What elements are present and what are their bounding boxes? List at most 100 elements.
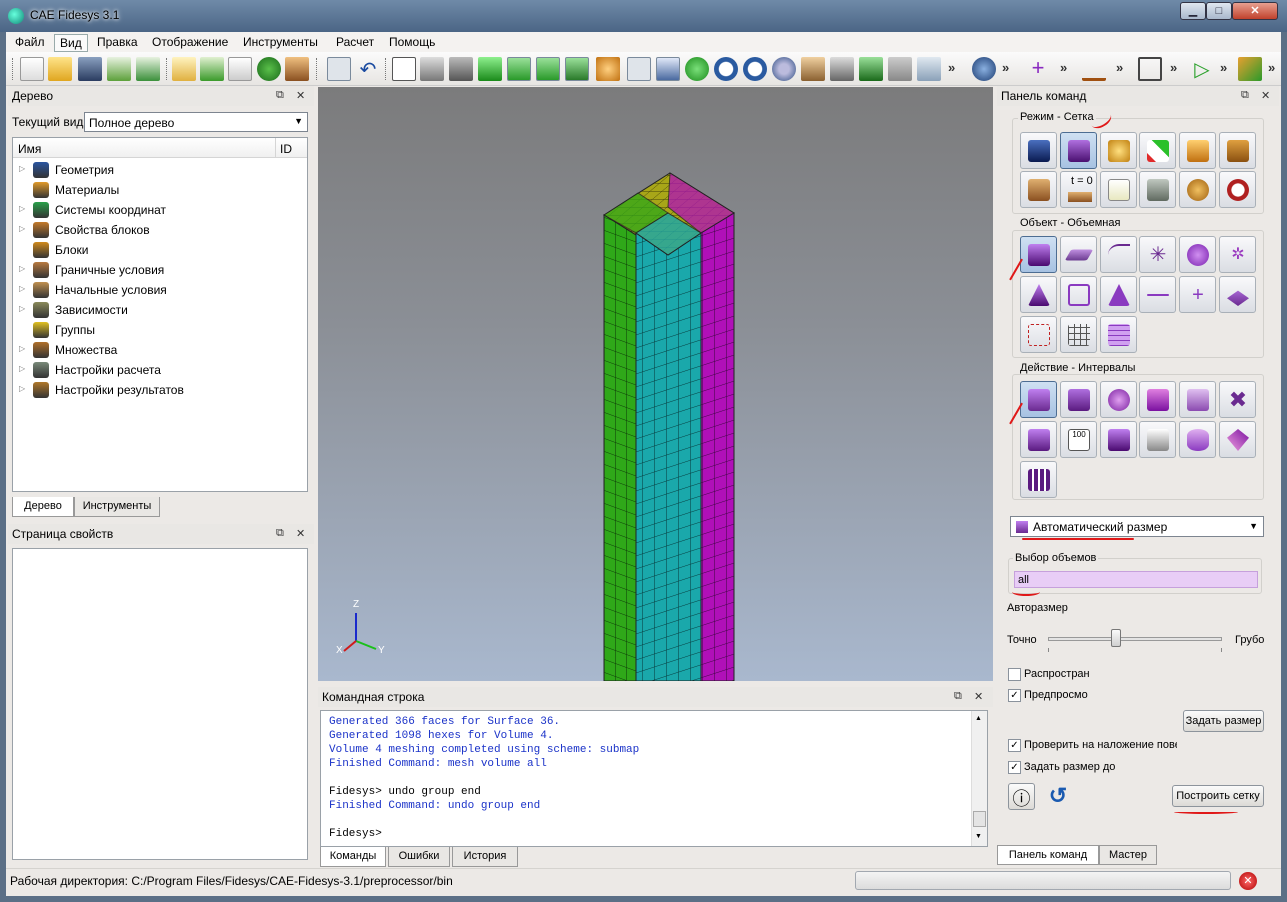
float-panel-icon[interactable]: ⧉ — [276, 89, 284, 102]
object-group-button[interactable] — [1179, 236, 1216, 273]
tab-tree[interactable]: Дерево — [12, 497, 74, 517]
check-overlap-checkbox[interactable]: ✓ — [1008, 739, 1021, 752]
autosize-slider-handle[interactable] — [1110, 629, 1121, 647]
mode-post-button[interactable] — [1219, 171, 1256, 208]
select-mode-icon[interactable] — [327, 57, 351, 81]
open-folder-icon[interactable] — [48, 57, 72, 81]
minimize-button[interactable]: ▁ — [1180, 2, 1206, 20]
float-panel-icon[interactable]: ⧉ — [276, 527, 284, 540]
object-edge-button[interactable] — [1139, 276, 1176, 313]
float-panel-icon[interactable]: ⧉ — [954, 690, 962, 703]
action-morph-button[interactable] — [1219, 421, 1256, 458]
tree-item[interactable]: ▷ Геометрия — [13, 160, 303, 180]
tree-item[interactable]: ▷ Настройки расчета — [13, 360, 303, 380]
geometry-view-icon[interactable] — [536, 57, 560, 81]
green-cube-icon[interactable] — [859, 57, 883, 81]
expand-arrow-icon[interactable]: ▷ — [19, 224, 25, 233]
column-name[interactable]: Имя — [18, 142, 41, 156]
hammer-icon[interactable] — [285, 57, 309, 81]
object-tetra-button[interactable] — [1020, 276, 1057, 313]
object-volume-button[interactable] — [1020, 236, 1057, 273]
mode-sets-button[interactable] — [1219, 132, 1256, 169]
object-curve-button[interactable] — [1100, 236, 1137, 273]
propagate-checkbox[interactable] — [1008, 668, 1021, 681]
autosize-slider-track[interactable] — [1048, 637, 1222, 641]
tree-item[interactable]: Группы — [13, 320, 303, 340]
close-panel-icon[interactable]: ✕ — [1261, 89, 1270, 102]
mode-calc-button[interactable] — [1139, 171, 1176, 208]
expand-arrow-icon[interactable]: ▷ — [19, 384, 25, 393]
run-script-icon[interactable] — [200, 57, 224, 81]
column-id[interactable]: ID — [275, 138, 296, 158]
pick-icon[interactable] — [917, 57, 941, 81]
save-icon[interactable] — [78, 57, 102, 81]
toolbar-overflow-icon[interactable]: » — [1220, 60, 1227, 75]
object-quality-button[interactable] — [1020, 316, 1057, 353]
tree-item[interactable]: ▷ Зависимости — [13, 300, 303, 320]
scroll-down-icon[interactable]: ▼ — [975, 833, 982, 840]
object-surface-button[interactable] — [1060, 236, 1097, 273]
tab-command-panel[interactable]: Панель команд — [997, 845, 1099, 865]
wireframe-view-icon[interactable] — [392, 57, 416, 81]
set-size-to-checkbox[interactable]: ✓ — [1008, 761, 1021, 774]
toolbar-overflow-icon[interactable]: » — [1268, 60, 1275, 75]
toolbar-overflow-icon[interactable]: » — [1170, 60, 1177, 75]
tree-item[interactable]: ▷ Граничные условия — [13, 260, 303, 280]
preview-checkbox[interactable]: ✓ — [1008, 689, 1021, 702]
maximize-button[interactable]: □ — [1206, 2, 1232, 20]
stop-icon[interactable]: ✕ — [1239, 872, 1257, 890]
tab-history[interactable]: История — [452, 847, 518, 867]
export-icon[interactable] — [136, 57, 160, 81]
command-output[interactable]: Generated 366 faces for Surface 36. Gener… — [320, 710, 988, 847]
3d-viewport[interactable]: Z Y X — [318, 87, 993, 682]
expand-arrow-icon[interactable]: ▷ — [19, 264, 25, 273]
toolbar-overflow-icon[interactable]: » — [1060, 60, 1067, 75]
expand-arrow-icon[interactable]: ▷ — [19, 304, 25, 313]
tree-item[interactable]: ▷ Свойства блоков — [13, 220, 303, 240]
expand-arrow-icon[interactable]: ▷ — [19, 204, 25, 213]
object-tri-button[interactable] — [1100, 276, 1137, 313]
menu-help[interactable]: Помощь — [384, 34, 440, 50]
mode-coordinates-button[interactable] — [1139, 132, 1176, 169]
reset-icon[interactable]: ↺ — [1045, 783, 1071, 809]
object-hex-grid-button[interactable] — [1100, 316, 1137, 353]
mode-mesh-button[interactable] — [1060, 132, 1097, 169]
mode-results-button[interactable] — [1179, 171, 1216, 208]
action-db-button[interactable] — [1179, 421, 1216, 458]
menu-display[interactable]: Отображение — [147, 34, 233, 50]
close-panel-icon[interactable]: ✕ — [296, 527, 305, 540]
close-panel-icon[interactable]: ✕ — [974, 690, 983, 703]
pause-icon[interactable] — [257, 57, 281, 81]
action-clean-button[interactable] — [1139, 421, 1176, 458]
tab-tools[interactable]: Инструменты — [74, 497, 160, 517]
lights-icon[interactable] — [596, 57, 620, 81]
zoom-out-icon[interactable] — [743, 57, 767, 81]
current-view-select[interactable]: Полное дерево ▼ — [84, 112, 308, 132]
refresh-view-icon[interactable] — [685, 57, 709, 81]
toolbar-overflow-icon[interactable]: » — [1002, 60, 1009, 75]
toolbar-overflow-icon[interactable]: » — [948, 60, 955, 75]
mode-initial-button[interactable]: t = 0 — [1060, 171, 1097, 208]
object-quad-button[interactable] — [1060, 276, 1097, 313]
tree-item[interactable]: ▷ Настройки результатов — [13, 380, 303, 400]
close-panel-icon[interactable]: ✕ — [296, 89, 305, 102]
action-intervals-button[interactable] — [1020, 381, 1057, 418]
action-copy-button[interactable] — [1179, 381, 1216, 418]
id-file-icon[interactable] — [228, 57, 252, 81]
cut-plane-icon[interactable] — [801, 57, 825, 81]
action-scheme-button[interactable] — [1060, 381, 1097, 418]
set-size-button[interactable]: Задать размер — [1183, 710, 1264, 732]
coordinate-transform-icon[interactable] — [1238, 57, 1262, 81]
menu-file[interactable]: Файл — [10, 34, 50, 50]
tab-commands[interactable]: Команды — [320, 847, 386, 867]
mode-materials-button[interactable] — [1100, 132, 1137, 169]
hidden-line-view-icon[interactable] — [420, 57, 444, 81]
axes-toggle-icon[interactable] — [627, 57, 651, 81]
run-calculation-icon[interactable]: ▷ — [1190, 57, 1214, 81]
expand-arrow-icon[interactable]: ▷ — [19, 284, 25, 293]
object-point-button[interactable]: + — [1179, 276, 1216, 313]
object-normal-button[interactable] — [1219, 276, 1256, 313]
mesh-view-icon[interactable] — [565, 57, 589, 81]
action-refine-button[interactable] — [1020, 421, 1057, 458]
transparent-cube-icon[interactable] — [888, 57, 912, 81]
